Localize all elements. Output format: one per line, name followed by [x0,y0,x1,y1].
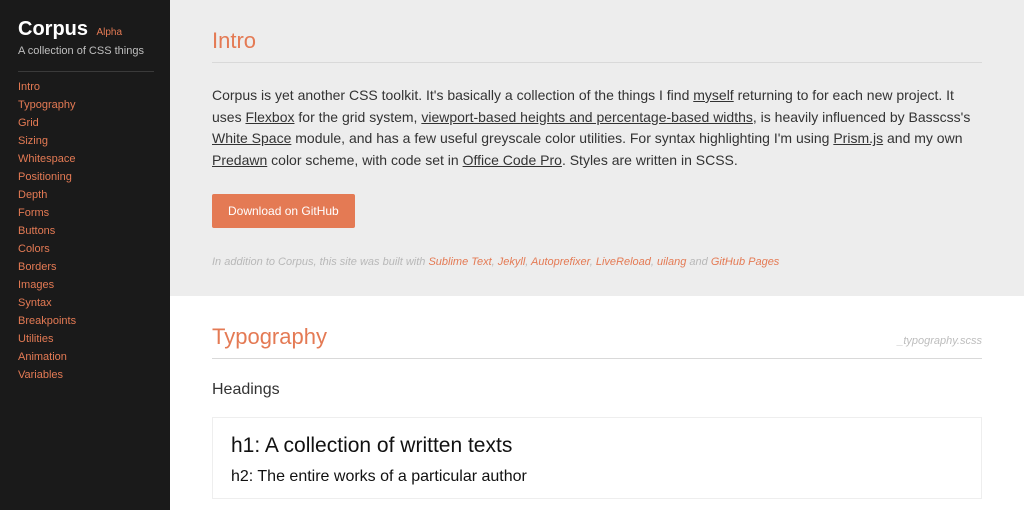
link-prismjs[interactable]: Prism.js [833,130,883,146]
main-content[interactable]: Intro Corpus is yet another CSS toolkit.… [170,0,1024,510]
sidebar-item: Forms [18,208,154,219]
credits-and: and [686,256,710,268]
credits-link[interactable]: LiveReload [596,256,651,268]
sidebar-item: Breakpoints [18,316,154,327]
sidebar-link-forms[interactable]: Forms [18,207,49,219]
credits-link[interactable]: GitHub Pages [711,256,779,268]
sidebar-link-breakpoints[interactable]: Breakpoints [18,315,76,327]
section-title: Typography [212,324,327,350]
credits-link[interactable]: uilang [657,256,686,268]
sidebar-link-depth[interactable]: Depth [18,189,47,201]
brand-tagline: A collection of CSS things [18,45,154,57]
h1-demo: h1: A collection of written texts [231,434,963,458]
sidebar-link-positioning[interactable]: Positioning [18,171,72,183]
sidebar-item: Borders [18,262,154,273]
sidebar-item: Depth [18,190,154,201]
intro-text: module, and has a few useful greyscale c… [291,130,833,146]
sidebar-item: Sizing [18,136,154,147]
intro-text: for the grid system, [295,109,422,125]
sidebar-link-images[interactable]: Images [18,279,54,291]
credits-link[interactable]: Autoprefixer [531,256,590,268]
link-office-code-pro[interactable]: Office Code Pro [463,152,562,168]
sidebar-item: Intro [18,82,154,93]
sidebar-item: Animation [18,352,154,363]
section-title: Intro [212,28,256,54]
sidebar-item: Whitespace [18,154,154,165]
section-file-label: _typography.scss [897,335,982,347]
sidebar-nav: Intro Typography Grid Sizing Whitespace Posit… [18,82,154,381]
h2-demo: h2: The entire works of a particular aut… [231,468,963,486]
section-intro: Intro Corpus is yet another CSS toolkit.… [170,0,1024,296]
credits-links: Sublime Text, Jekyll, Autoprefixer, Live… [428,256,686,268]
sidebar-link-animation[interactable]: Animation [18,351,67,363]
credits-lead: In addition to Corpus, this site was bui… [212,256,428,268]
sidebar-link-variables[interactable]: Variables [18,369,63,381]
credits: In addition to Corpus, this site was bui… [212,256,982,268]
sidebar-link-colors[interactable]: Colors [18,243,50,255]
credits-link[interactable]: Sublime Text [428,256,491,268]
sidebar-item: Utilities [18,334,154,345]
intro-text: color scheme, with code set in [267,152,462,168]
brand-title: Corpus [18,18,88,40]
subsection-title: Headings [212,381,982,399]
link-flexbox[interactable]: Flexbox [245,109,294,125]
sidebar-item: Grid [18,118,154,129]
sidebar-item: Buttons [18,226,154,237]
link-viewport-heights[interactable]: viewport-based heights and percentage-ba… [421,109,753,125]
sidebar-link-intro[interactable]: Intro [18,81,40,93]
section-typography: Typography _typography.scss Headings h1:… [170,296,1024,510]
section-header: Intro [212,28,982,63]
sidebar-link-whitespace[interactable]: Whitespace [18,153,75,165]
link-myself[interactable]: myself [693,87,733,103]
sidebar-item: Colors [18,244,154,255]
link-predawn[interactable]: Predawn [212,152,267,168]
sidebar-link-grid[interactable]: Grid [18,117,39,129]
sidebar-divider [18,71,154,72]
link-white-space[interactable]: White Space [212,130,291,146]
headings-demo: h1: A collection of written texts h2: Th… [212,417,982,499]
section-header: Typography _typography.scss [212,324,982,359]
sidebar-link-syntax[interactable]: Syntax [18,297,52,309]
sidebar-item: Variables [18,370,154,381]
brand: Corpus Alpha [18,18,154,41]
credits-link[interactable]: Jekyll [498,256,526,268]
sidebar-item: Images [18,280,154,291]
sidebar-link-typography[interactable]: Typography [18,99,75,111]
sidebar-link-borders[interactable]: Borders [18,261,57,273]
intro-text: , is heavily influenced by Basscss's [753,109,970,125]
sidebar-link-utilities[interactable]: Utilities [18,333,53,345]
intro-text: Corpus is yet another CSS toolkit. It's … [212,87,693,103]
sidebar-item: Positioning [18,172,154,183]
download-button[interactable]: Download on GitHub [212,194,355,228]
sidebar-link-buttons[interactable]: Buttons [18,225,55,237]
sidebar: Corpus Alpha A collection of CSS things … [0,0,170,510]
sidebar-item: Typography [18,100,154,111]
brand-suffix: Alpha [96,27,122,38]
intro-paragraph: Corpus is yet another CSS toolkit. It's … [212,85,982,172]
sidebar-link-sizing[interactable]: Sizing [18,135,48,147]
sidebar-item: Syntax [18,298,154,309]
intro-text: . Styles are written in SCSS. [562,152,738,168]
intro-text: and my own [883,130,962,146]
